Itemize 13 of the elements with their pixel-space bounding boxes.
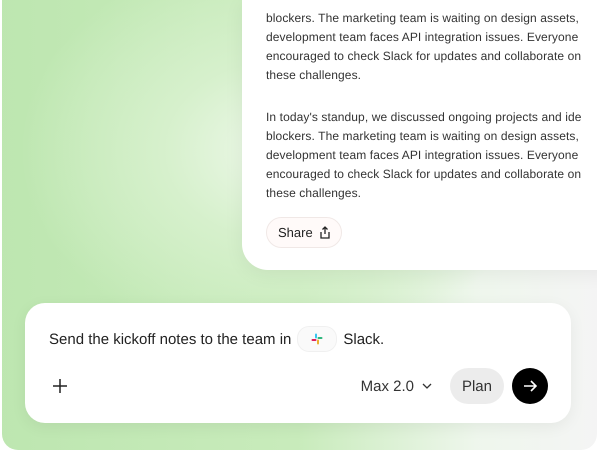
send-button[interactable] — [512, 368, 548, 404]
chevron-down-icon — [422, 383, 432, 389]
prompt-text: Slack. — [343, 330, 384, 348]
arrow-right-icon — [523, 380, 537, 392]
paragraph: In today's standup, we discussed ongoing projects and ide blockers. The marketing team is waiting on design assets, development team faces API integration issues. Everyone encouraged to check Slack for updates and collaborate on these challenges. — [266, 109, 583, 202]
paragraph: blockers. The marketing team is waiting on design assets, development team faces API integration issues. Everyone encouraged to check Slack for updates and collaborate on these challenges. — [266, 10, 582, 84]
prompt-text: Send the kickoff notes to the team in — [49, 330, 292, 348]
share-icon — [318, 226, 331, 239]
model-dropdown[interactable]: Max 2.0 — [354, 376, 438, 396]
slack-icon — [311, 333, 324, 345]
share-button[interactable]: Share — [266, 217, 342, 248]
plan-button[interactable]: Plan — [450, 368, 504, 404]
plus-icon[interactable] — [53, 379, 67, 393]
